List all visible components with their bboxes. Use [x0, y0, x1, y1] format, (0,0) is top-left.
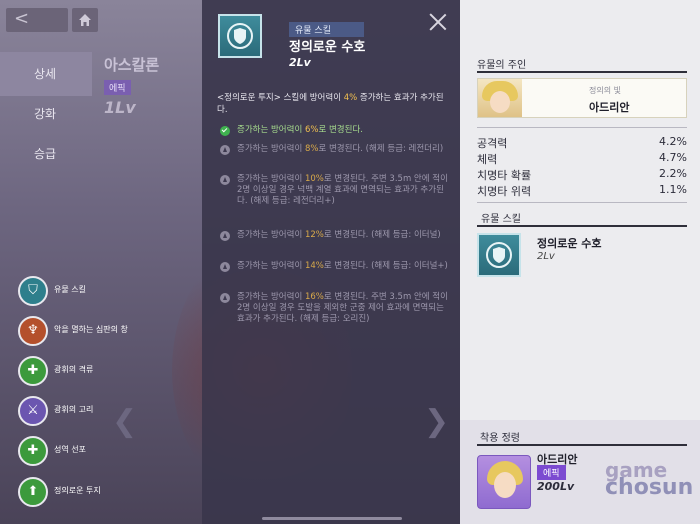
level-effect-row: 증가하는 방어력이 12%로 변경된다. (해제 등급: 이터널): [217, 230, 449, 241]
relic-shield-icon[interactable]: [477, 233, 521, 277]
desc-text: <정의로운 투지> 스킬에 방어력이: [217, 93, 344, 103]
owner-avatar: [478, 79, 522, 117]
hero-grade-badge: 에픽: [104, 80, 131, 95]
relic-name: 정의로운 수호: [289, 40, 366, 55]
relic-type-label: 유물 스킬: [289, 22, 364, 37]
skill-label: 악을 멸하는 심판의 창: [54, 325, 128, 334]
upgrade-icon: [220, 231, 230, 241]
level-effect-row: 증가하는 방어력이 10%로 변경된다. 주변 3.5m 안에 적이 2명 이상…: [217, 174, 449, 207]
skill-label: 성역 선포: [54, 445, 86, 454]
upgrade-icon: [220, 145, 230, 155]
relic-skill-name: 정의로운 수호: [537, 237, 602, 250]
close-icon[interactable]: [428, 12, 448, 32]
relic-info-panel: 유물의 주인 정의의 빛 아드리안 공격력 4.2% 체력 4.7% 치명타 확률 2…: [460, 0, 700, 524]
shield-icon: ⛉: [18, 276, 48, 306]
watermark-logo: game chosun: [605, 458, 694, 500]
upgrade-icon: [220, 262, 230, 272]
tab-ascend[interactable]: 승급: [0, 132, 92, 176]
skill-label: 광휘의 고리: [54, 405, 94, 414]
back-button[interactable]: <: [6, 8, 68, 32]
divider: [477, 202, 687, 203]
relic-skill-heading: 유물 스킬: [481, 214, 521, 225]
owner-card[interactable]: 정의의 빛 아드리안: [477, 78, 687, 118]
skill-label: 정의로운 투지: [54, 486, 101, 495]
next-arrow-icon[interactable]: ❯: [424, 404, 449, 439]
stat-row: 치명타 위력 1.1%: [477, 183, 687, 198]
divider: [477, 225, 687, 227]
stat-row: 치명타 확률 2.2%: [477, 167, 687, 182]
sprite-level: 200Lv: [537, 480, 575, 493]
level-effect-row: 증가하는 방어력이 16%로 변경된다. 주변 3.5m 안에 적이 2명 이상…: [217, 292, 449, 325]
home-icon: [79, 14, 91, 26]
spear-icon: ♆: [18, 316, 48, 346]
relic-skill-level: 2Lv: [537, 251, 555, 262]
sprite-grade-badge: 에픽: [537, 465, 566, 480]
sprite-avatar[interactable]: [477, 455, 531, 509]
divider: [477, 71, 687, 73]
divider: [477, 127, 687, 128]
up-arrow-icon: ⬆: [18, 477, 48, 507]
level-effect-row: 증가하는 방어력이 8%로 변경된다. (해제 등급: 레전더리): [217, 144, 449, 155]
plus-icon: ✚: [18, 436, 48, 466]
owner-heading: 유물의 주인: [477, 60, 527, 71]
skill-label: 광휘의 격류: [54, 365, 94, 374]
hero-name: 아스칼론: [104, 56, 160, 74]
divider: [477, 444, 687, 446]
hero-level: 1Lv: [104, 98, 136, 117]
prev-arrow-icon[interactable]: ❮: [112, 404, 137, 439]
stat-row: 체력 4.7%: [477, 151, 687, 166]
upgrade-icon: [220, 175, 230, 185]
owner-title: 정의의 빛: [589, 86, 621, 95]
relic-shield-icon: [218, 14, 262, 58]
scrollbar[interactable]: [262, 517, 402, 520]
desc-value: 4%: [343, 93, 358, 103]
tab-detail[interactable]: 상세: [0, 52, 92, 96]
sprite-heading: 착용 정령: [480, 433, 520, 444]
owner-name: 아드리안: [589, 101, 630, 114]
sword-icon: ⚔: [18, 396, 48, 426]
level-effect-row: 증가하는 방어력이 6%로 변경된다.: [217, 125, 449, 136]
plus-icon: ✚: [18, 356, 48, 386]
check-icon: [220, 126, 230, 136]
home-button[interactable]: [72, 8, 98, 32]
stat-row: 공격력 4.2%: [477, 135, 687, 150]
level-effect-row: 증가하는 방어력이 14%로 변경된다. (해제 등급: 이터널+): [217, 261, 449, 272]
relic-level: 2Lv: [289, 56, 311, 69]
tab-enhance[interactable]: 강화: [0, 92, 92, 136]
relic-tooltip-panel: 유물 스킬 정의로운 수호 2Lv <정의로운 투지> 스킬에 방어력이 4% …: [202, 0, 460, 524]
upgrade-icon: [220, 293, 230, 303]
skill-label: 유물 스킬: [54, 285, 86, 294]
relic-description: <정의로운 투지> 스킬에 방어력이 4% 증가하는 효과가 추가된다.: [217, 92, 449, 116]
back-icon: <: [14, 8, 30, 29]
